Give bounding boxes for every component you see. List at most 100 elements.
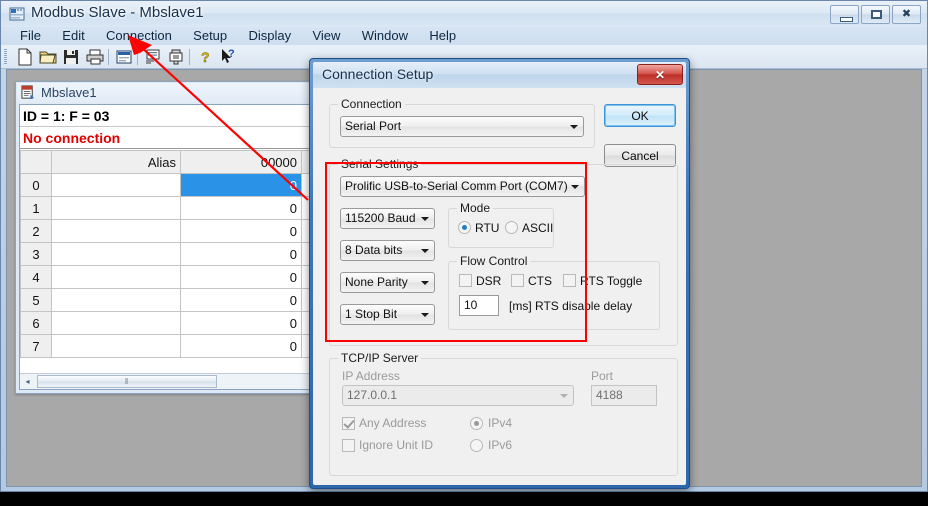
menu-display[interactable]: Display <box>240 27 301 45</box>
close-icon: ✖ <box>901 8 912 20</box>
dialog-close-button[interactable]: ✕ <box>637 64 683 85</box>
alias-cell[interactable] <box>51 219 181 243</box>
alias-cell[interactable] <box>51 196 181 220</box>
alias-cell[interactable] <box>51 242 181 266</box>
alias-cell[interactable] <box>51 288 181 312</box>
print-icon[interactable] <box>85 47 105 67</box>
alias-cell[interactable] <box>51 173 181 197</box>
minimize-button[interactable] <box>830 5 859 24</box>
list-icon[interactable] <box>143 47 163 67</box>
table-row[interactable]: 40 <box>20 265 310 289</box>
title-bar: Modbus Slave - Mbslave1 ✖ <box>1 1 927 27</box>
data-bits-combo[interactable]: 8 Data bits <box>340 240 435 261</box>
modbus-app-icon <box>9 7 25 21</box>
baud-rate-value: 115200 Baud <box>345 211 416 225</box>
context-help-icon[interactable]: ? <box>218 47 238 67</box>
save-disk-icon[interactable] <box>61 47 81 67</box>
scroll-thumb[interactable]: ‖ <box>37 375 217 388</box>
dsr-label[interactable]: DSR <box>476 274 501 288</box>
alias-cell[interactable] <box>51 311 181 335</box>
ip-address-combo[interactable]: 127.0.0.1 <box>342 385 574 406</box>
menu-setup[interactable]: Setup <box>184 27 236 45</box>
mdi-child-window[interactable]: Mbslave1 ID = 1: F = 03 No connection Al… <box>15 81 315 394</box>
row-index-cell: 5 <box>20 288 52 312</box>
table-row[interactable]: 70 <box>20 334 310 358</box>
open-folder-icon[interactable] <box>38 47 58 67</box>
table-row[interactable]: 30 <box>20 242 310 266</box>
parity-combo[interactable]: None Parity <box>340 272 435 293</box>
cts-label[interactable]: CTS <box>528 274 552 288</box>
rts-toggle-checkbox[interactable] <box>563 274 576 287</box>
display-window-icon[interactable] <box>114 47 134 67</box>
mode-rtu-label[interactable]: RTU <box>475 221 499 235</box>
toolbar-grip[interactable] <box>4 49 7 65</box>
rts-toggle-label[interactable]: RTS Toggle <box>580 274 642 288</box>
register-grid[interactable]: Alias 00000 0010203040506070 <box>20 150 310 389</box>
ignore-unit-id-checkbox[interactable] <box>342 439 355 452</box>
register-value-cell[interactable]: 0 <box>180 265 302 289</box>
chevron-down-icon <box>421 313 429 317</box>
flow-control-legend: Flow Control <box>457 254 531 268</box>
register-value-cell[interactable]: 0 <box>180 196 302 220</box>
device-icon[interactable] <box>166 47 186 67</box>
chevron-down-icon <box>571 185 579 189</box>
table-row[interactable]: 60 <box>20 311 310 335</box>
menu-edit[interactable]: Edit <box>53 27 93 45</box>
ipv6-radio[interactable] <box>470 439 483 452</box>
port-label: Port <box>591 369 614 383</box>
mode-rtu-radio[interactable] <box>458 221 471 234</box>
ok-button[interactable]: OK <box>604 104 676 127</box>
menu-bar: File Edit Connection Setup Display View … <box>1 27 927 45</box>
ipv4-radio[interactable] <box>470 417 483 430</box>
menu-help[interactable]: Help <box>420 27 465 45</box>
chevron-down-icon <box>421 281 429 285</box>
maximize-button[interactable] <box>861 5 890 24</box>
cts-checkbox[interactable] <box>511 274 524 287</box>
rts-disable-delay-input[interactable]: 10 <box>459 295 499 316</box>
mode-ascii-label[interactable]: ASCII <box>522 221 553 235</box>
menu-connection[interactable]: Connection <box>97 27 181 45</box>
stop-bits-combo[interactable]: 1 Stop Bit <box>340 304 435 325</box>
minimize-icon <box>840 17 853 22</box>
window-title: Modbus Slave - Mbslave1 <box>31 4 204 21</box>
any-address-label[interactable]: Any Address <box>359 416 426 430</box>
close-button[interactable]: ✖ <box>892 5 921 24</box>
toolbar-separator <box>137 49 138 65</box>
help-question-icon[interactable]: ? <box>195 47 215 67</box>
ignore-unit-id-label[interactable]: Ignore Unit ID <box>359 438 433 452</box>
table-header-row: Alias 00000 <box>20 150 310 174</box>
horizontal-scrollbar[interactable]: ◂ ‖ <box>20 373 310 389</box>
connection-setup-dialog: Connection Setup ✕ Connection Serial Por… <box>309 58 690 489</box>
dsr-checkbox[interactable] <box>459 274 472 287</box>
baud-rate-combo[interactable]: 115200 Baud <box>340 208 435 229</box>
ipv4-label[interactable]: IPv4 <box>488 416 512 430</box>
alias-cell[interactable] <box>51 334 181 358</box>
col-header-00000: 00000 <box>180 150 302 174</box>
register-value-cell[interactable]: 0 <box>180 242 302 266</box>
serial-port-combo[interactable]: Prolific USB-to-Serial Comm Port (COM7) <box>340 176 585 197</box>
register-value-cell[interactable]: 0 <box>180 288 302 312</box>
port-input[interactable]: 4188 <box>591 385 657 406</box>
register-value-cell[interactable]: 0 <box>180 219 302 243</box>
mdi-title-bar: Mbslave1 <box>17 83 313 103</box>
table-row[interactable]: 50 <box>20 288 310 312</box>
svg-text:?: ? <box>228 48 235 60</box>
connection-type-combo[interactable]: Serial Port <box>340 116 584 137</box>
mode-ascii-radio[interactable] <box>505 221 518 234</box>
connection-group: Connection Serial Port <box>329 97 595 148</box>
menu-file[interactable]: File <box>11 27 50 45</box>
table-row[interactable]: 10 <box>20 196 310 220</box>
scroll-left-arrow-icon[interactable]: ◂ <box>21 375 34 388</box>
new-document-icon[interactable] <box>15 47 35 67</box>
any-address-checkbox[interactable] <box>342 417 355 430</box>
register-value-cell[interactable]: 0 <box>180 173 302 197</box>
menu-view[interactable]: View <box>303 27 349 45</box>
ipv6-label[interactable]: IPv6 <box>488 438 512 452</box>
tcpip-server-group: TCP/IP Server IP Address 127.0.0.1 Port … <box>329 351 678 476</box>
register-value-cell[interactable]: 0 <box>180 334 302 358</box>
alias-cell[interactable] <box>51 265 181 289</box>
register-value-cell[interactable]: 0 <box>180 311 302 335</box>
menu-window[interactable]: Window <box>353 27 417 45</box>
table-row[interactable]: 20 <box>20 219 310 243</box>
table-row[interactable]: 00 <box>20 173 310 197</box>
